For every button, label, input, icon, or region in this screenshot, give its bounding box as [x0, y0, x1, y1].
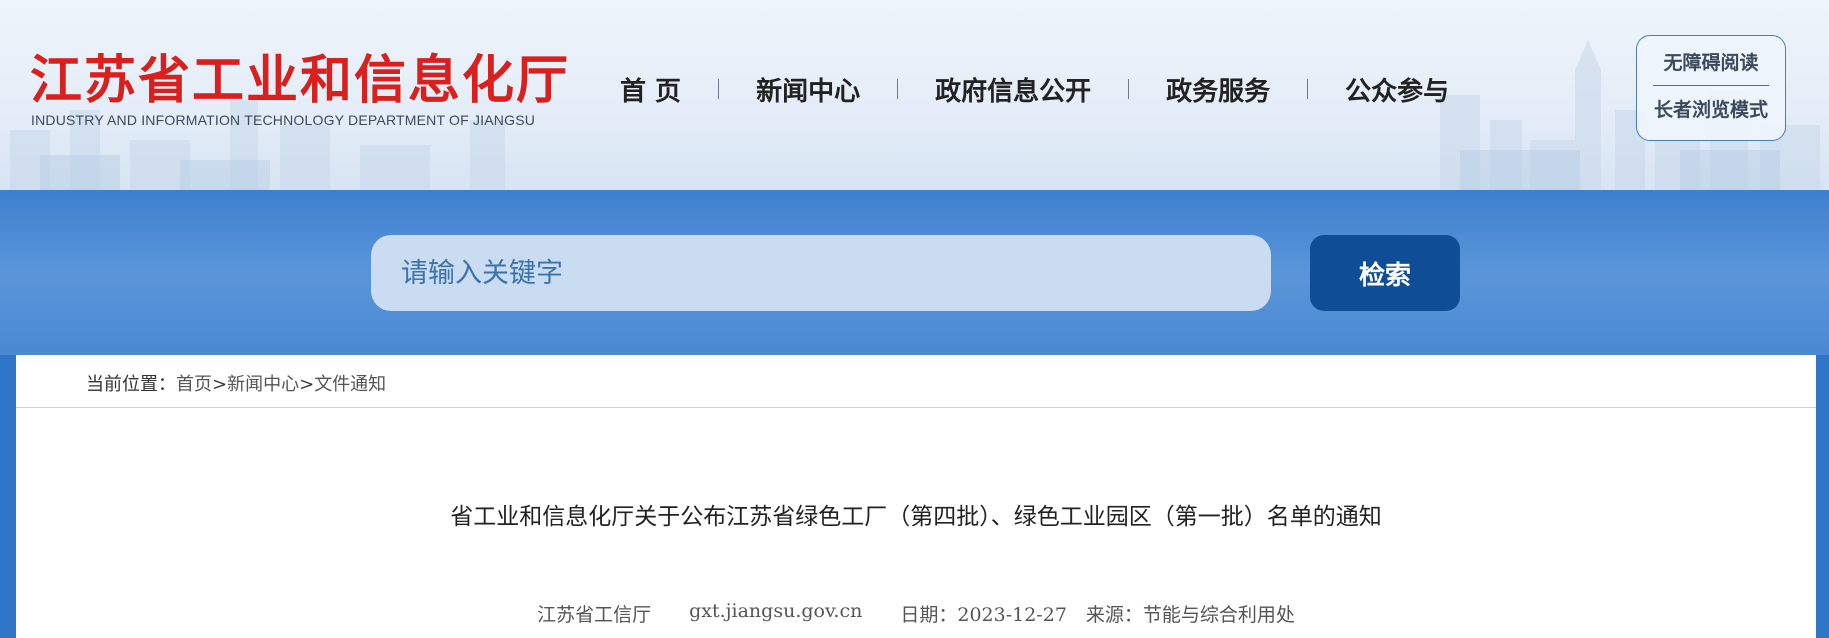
- breadcrumb-item-home[interactable]: 首页: [176, 374, 212, 395]
- article-container: 当前位置：首页>新闻中心>文件通知 省工业和信息化厅关于公布江苏省绿色工厂（第四…: [16, 355, 1816, 638]
- breadcrumb-item-news-center[interactable]: 新闻中心: [227, 374, 299, 395]
- site-header: 江苏省工业和信息化厅 INDUSTRY AND INFORMATION TECH…: [0, 0, 1829, 190]
- site-logo-subtitle: INDUSTRY AND INFORMATION TECHNOLOGY DEPA…: [31, 112, 536, 128]
- article-site: gxt.jiangsu.gov.cn: [689, 600, 863, 622]
- nav-item-public-participation[interactable]: 公众参与: [1345, 71, 1449, 108]
- article-publisher: 江苏省工信厅: [537, 604, 652, 626]
- nav-item-news-center[interactable]: 新闻中心: [756, 71, 860, 108]
- nav-item-gov-info[interactable]: 政府信息公开: [935, 71, 1091, 108]
- nav-divider: [1307, 79, 1309, 99]
- article-meta: 江苏省工信厅 gxt.jiangsu.gov.cn 日期：2023-12-27 …: [16, 600, 1816, 627]
- nav-divider: [718, 79, 720, 99]
- accessibility-panel: 无障碍阅读 长者浏览模式: [1636, 35, 1786, 141]
- elder-mode-button[interactable]: 长者浏览模式: [1637, 95, 1785, 122]
- breadcrumb: 当前位置：首页>新闻中心>文件通知: [86, 370, 386, 396]
- article-title: 省工业和信息化厅关于公布江苏省绿色工厂（第四批）、绿色工业园区（第一批）名单的通…: [450, 504, 1382, 530]
- article-source: 来源：节能与综合利用处: [1085, 604, 1295, 626]
- accessibility-divider: [1653, 85, 1769, 86]
- main-nav: 首 页 新闻中心 政府信息公开 政务服务 公众参与: [620, 62, 1449, 116]
- breadcrumb-divider: [16, 407, 1816, 408]
- article-date: 日期：2023-12-27: [900, 604, 1067, 626]
- site-logo-title[interactable]: 江苏省工业和信息化厅: [30, 38, 570, 113]
- breadcrumb-separator: >: [299, 374, 315, 395]
- nav-divider: [1128, 79, 1130, 99]
- search-button[interactable]: 检索: [1310, 235, 1460, 311]
- nav-item-gov-services[interactable]: 政务服务: [1166, 71, 1270, 108]
- breadcrumb-prefix: 当前位置：: [86, 374, 176, 395]
- search-input[interactable]: [371, 235, 1271, 311]
- search-banner: 检索: [0, 190, 1829, 355]
- nav-divider: [897, 79, 899, 99]
- breadcrumb-item-notices[interactable]: 文件通知: [314, 374, 386, 395]
- breadcrumb-separator: >: [212, 374, 228, 395]
- barrier-free-reading-button[interactable]: 无障碍阅读: [1637, 48, 1785, 75]
- nav-item-home[interactable]: 首 页: [620, 71, 681, 108]
